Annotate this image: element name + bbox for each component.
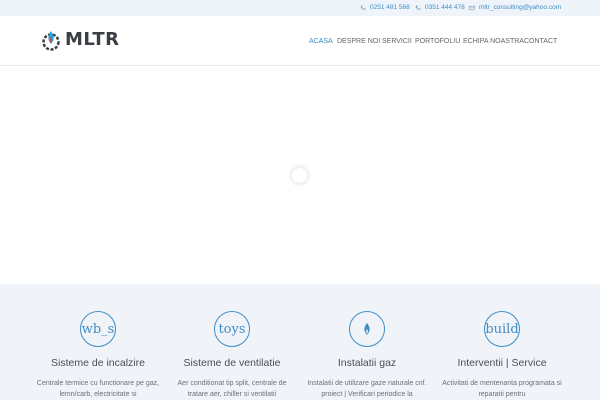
service-title: Interventii | Service (457, 357, 547, 369)
service-card-service[interactable]: build Interventii | Service Activitati d… (427, 311, 577, 400)
site-logo[interactable]: MLTR (40, 28, 120, 52)
email-contact[interactable]: mltr_consulting@yahoo.com (469, 4, 561, 12)
nav-acasa[interactable]: ACASA (309, 38, 333, 46)
nav-echipa-noastra[interactable]: ECHIPA NOASTRA (463, 38, 524, 46)
gear-flame-logo-icon (42, 31, 60, 51)
hero-slider (0, 67, 600, 284)
logo-text: MLTR (65, 29, 120, 50)
service-description: Centrale termice cu functionare pe gaz, … (36, 380, 160, 398)
heating-icon: wb_s (80, 311, 116, 347)
phone-contact-2[interactable]: 0351 444 478 (415, 4, 465, 12)
site-header: MLTR ACASA DESPRE NOI SERVICII PORTOFOLI… (0, 16, 600, 66)
phone-2-text: 0351 444 478 (425, 4, 465, 11)
nav-despre-noi[interactable]: DESPRE NOI (337, 38, 380, 46)
phone-1-text: 0251 481 568 (370, 4, 410, 11)
mail-icon (469, 5, 475, 11)
nav-servicii[interactable]: SERVICII (382, 38, 412, 46)
ventilation-icon: toys (214, 311, 250, 347)
service-description: Instalatii de utilizare gaze naturale cn… (307, 380, 427, 398)
flame-icon (349, 311, 385, 347)
wrench-icon: build (484, 311, 520, 347)
service-card-heating[interactable]: wb_s Sisteme de incalzire Centrale termi… (23, 311, 173, 400)
service-card-gas[interactable]: Instalatii gaz Instalatii de utilizare g… (292, 311, 442, 400)
nav-contact[interactable]: CONTACT (524, 38, 557, 46)
service-description: Aer conditionat tip split, centrale de t… (177, 380, 287, 398)
phone-icon (360, 5, 366, 10)
service-title: Instalatii gaz (337, 357, 397, 369)
service-title: Sisteme de incalzire (51, 357, 145, 369)
nav-portofoliu[interactable]: PORTOFOLIU (415, 38, 460, 46)
loading-spinner (290, 166, 309, 185)
email-text: mltr_consulting@yahoo.com (479, 4, 562, 11)
phone-icon (415, 5, 421, 10)
service-description: Activitati de mentenanta programata si r… (442, 380, 562, 398)
phone-contact-1[interactable]: 0251 481 568 (360, 4, 410, 12)
service-title: Sisteme de ventilatie (183, 357, 281, 369)
top-contact-bar: 0251 481 568 0351 444 478 mltr_consultin… (0, 0, 600, 16)
service-card-ventilation[interactable]: toys Sisteme de ventilatie Aer condition… (157, 311, 307, 400)
services-section: wb_s Sisteme de incalzire Centrale termi… (0, 284, 600, 400)
